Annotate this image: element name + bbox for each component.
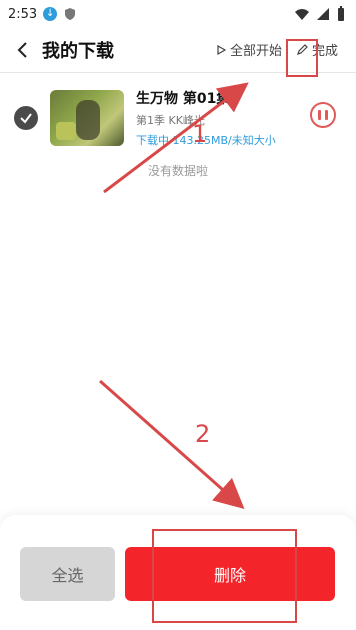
- thumbnail-figure: [76, 100, 100, 140]
- delete-button[interactable]: 删除: [125, 547, 335, 601]
- back-icon[interactable]: [14, 41, 32, 59]
- empty-hint: 没有数据啦: [147, 164, 208, 178]
- done-label: 完成: [311, 44, 338, 59]
- battery-icon: [338, 6, 344, 21]
- select-all-button[interactable]: 全选: [20, 547, 115, 601]
- play-icon: [217, 44, 226, 55]
- signal-icon: [317, 8, 329, 20]
- shield-icon: [65, 8, 76, 20]
- start-all-label: 全部开始: [229, 44, 282, 59]
- start-all-button[interactable]: 全部开始: [216, 40, 282, 59]
- wifi-icon: [295, 9, 309, 20]
- selected-check-icon[interactable]: [14, 106, 38, 130]
- checkmark-icon: [20, 113, 32, 124]
- status-bar: 2:53 ↓: [0, 0, 356, 28]
- status-time: 2:53: [8, 6, 38, 22]
- pencil-icon: [297, 43, 308, 55]
- status-right: [294, 6, 346, 22]
- top-app-bar: 我的下载 全部开始 完成: [0, 28, 356, 72]
- done-button[interactable]: 完成: [296, 40, 338, 59]
- annotation-step-2: 2: [195, 420, 211, 448]
- pause-button[interactable]: [310, 102, 336, 128]
- download-title: 生万物 第01集: [136, 91, 231, 107]
- download-item[interactable]: 生万物 第01集 第1季 KK峰光 下载中 143.25MB/未知大小: [14, 88, 342, 148]
- header-actions: 全部开始 完成: [216, 40, 338, 59]
- thumbnail-wheat: [56, 122, 76, 140]
- video-thumbnail: [50, 90, 124, 146]
- annotation-step-1: 1: [192, 120, 208, 148]
- page-title: 我的下载: [42, 41, 114, 62]
- download-icon: ↓: [43, 7, 58, 21]
- bottom-action-sheet: 全选 删除: [0, 515, 356, 630]
- header-divider: [0, 72, 356, 73]
- annotation-arrow-2: [99, 379, 245, 509]
- pause-icon: [318, 110, 328, 120]
